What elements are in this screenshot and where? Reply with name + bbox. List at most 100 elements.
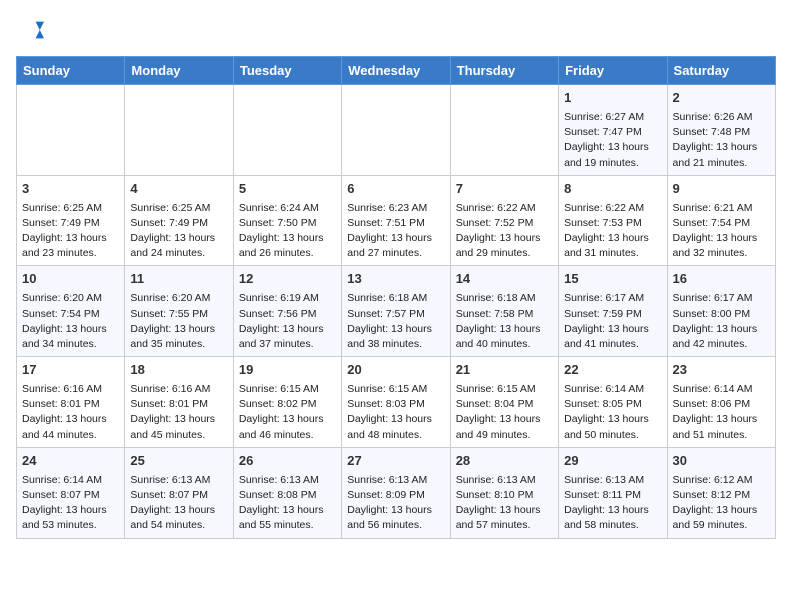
day-cell: 20 Sunrise: 6:15 AM Sunset: 8:03 PM Dayli… (342, 357, 450, 448)
day-number: 10 (22, 270, 119, 289)
day-number: 29 (564, 452, 661, 471)
day-cell: 11 Sunrise: 6:20 AM Sunset: 7:55 PM Dayli… (125, 266, 233, 357)
day-cell: 12Sunrise: 6:19 AM Sunset: 7:56 PM Dayli… (233, 266, 341, 357)
day-info: Sunrise: 6:23 AM Sunset: 7:51 PM Dayligh… (347, 201, 444, 262)
day-cell (450, 85, 558, 176)
day-info: Sunrise: 6:15 AM Sunset: 8:04 PM Dayligh… (456, 382, 553, 443)
day-info: Sunrise: 6:15 AM Sunset: 8:03 PM Dayligh… (347, 382, 444, 443)
day-cell: 1 Sunrise: 6:27 AM Sunset: 7:47 PM Daylig… (559, 85, 667, 176)
day-number: 25 (130, 452, 227, 471)
day-number: 16 (673, 270, 770, 289)
day-cell: 15 Sunrise: 6:17 AM Sunset: 7:59 PM Dayli… (559, 266, 667, 357)
calendar-header: SundayMondayTuesdayWednesdayThursdayFrid… (17, 57, 776, 85)
day-info: Sunrise: 6:13 AM Sunset: 8:07 PM Dayligh… (130, 473, 227, 534)
day-cell: 2 Sunrise: 6:26 AM Sunset: 7:48 PM Daylig… (667, 85, 775, 176)
day-info: Sunrise: 6:21 AM Sunset: 7:54 PM Dayligh… (673, 201, 770, 262)
week-row-4: 17 Sunrise: 6:16 AM Sunset: 8:01 PM Dayli… (17, 357, 776, 448)
header-area (16, 16, 776, 44)
day-info: Sunrise: 6:14 AM Sunset: 8:05 PM Dayligh… (564, 382, 661, 443)
week-row-5: 24Sunrise: 6:14 AM Sunset: 8:07 PM Dayli… (17, 447, 776, 538)
day-number: 14 (456, 270, 553, 289)
day-info: Sunrise: 6:12 AM Sunset: 8:12 PM Dayligh… (673, 473, 770, 534)
day-number: 13 (347, 270, 444, 289)
day-info: Sunrise: 6:16 AM Sunset: 8:01 PM Dayligh… (130, 382, 227, 443)
day-cell: 26 Sunrise: 6:13 AM Sunset: 8:08 PM Dayli… (233, 447, 341, 538)
day-cell: 9Sunrise: 6:21 AM Sunset: 7:54 PM Daylig… (667, 175, 775, 266)
week-row-2: 3Sunrise: 6:25 AM Sunset: 7:49 PM Daylig… (17, 175, 776, 266)
day-cell: 5 Sunrise: 6:24 AM Sunset: 7:50 PM Daylig… (233, 175, 341, 266)
day-number: 27 (347, 452, 444, 471)
day-number: 28 (456, 452, 553, 471)
day-cell: 22Sunrise: 6:14 AM Sunset: 8:05 PM Dayli… (559, 357, 667, 448)
day-cell: 18 Sunrise: 6:16 AM Sunset: 8:01 PM Dayli… (125, 357, 233, 448)
calendar-table: SundayMondayTuesdayWednesdayThursdayFrid… (16, 56, 776, 539)
day-number: 15 (564, 270, 661, 289)
day-cell: 6 Sunrise: 6:23 AM Sunset: 7:51 PM Daylig… (342, 175, 450, 266)
day-cell: 16 Sunrise: 6:17 AM Sunset: 8:00 PM Dayli… (667, 266, 775, 357)
day-info: Sunrise: 6:13 AM Sunset: 8:11 PM Dayligh… (564, 473, 661, 534)
week-row-1: 1 Sunrise: 6:27 AM Sunset: 7:47 PM Daylig… (17, 85, 776, 176)
day-number: 6 (347, 180, 444, 199)
day-cell: 29 Sunrise: 6:13 AM Sunset: 8:11 PM Dayli… (559, 447, 667, 538)
day-info: Sunrise: 6:17 AM Sunset: 7:59 PM Dayligh… (564, 291, 661, 352)
day-number: 20 (347, 361, 444, 380)
day-info: Sunrise: 6:24 AM Sunset: 7:50 PM Dayligh… (239, 201, 336, 262)
day-number: 7 (456, 180, 553, 199)
day-number: 12 (239, 270, 336, 289)
day-cell: 3Sunrise: 6:25 AM Sunset: 7:49 PM Daylig… (17, 175, 125, 266)
day-info: Sunrise: 6:18 AM Sunset: 7:58 PM Dayligh… (456, 291, 553, 352)
day-cell (125, 85, 233, 176)
day-number: 8 (564, 180, 661, 199)
day-info: Sunrise: 6:22 AM Sunset: 7:52 PM Dayligh… (456, 201, 553, 262)
day-info: Sunrise: 6:26 AM Sunset: 7:48 PM Dayligh… (673, 110, 770, 171)
weekday-row: SundayMondayTuesdayWednesdayThursdayFrid… (17, 57, 776, 85)
day-info: Sunrise: 6:14 AM Sunset: 8:06 PM Dayligh… (673, 382, 770, 443)
day-info: Sunrise: 6:13 AM Sunset: 8:08 PM Dayligh… (239, 473, 336, 534)
day-info: Sunrise: 6:25 AM Sunset: 7:49 PM Dayligh… (130, 201, 227, 262)
logo (16, 16, 48, 44)
day-info: Sunrise: 6:20 AM Sunset: 7:54 PM Dayligh… (22, 291, 119, 352)
logo-icon (16, 16, 44, 44)
day-info: Sunrise: 6:27 AM Sunset: 7:47 PM Dayligh… (564, 110, 661, 171)
day-info: Sunrise: 6:16 AM Sunset: 8:01 PM Dayligh… (22, 382, 119, 443)
day-cell (342, 85, 450, 176)
day-number: 19 (239, 361, 336, 380)
day-number: 11 (130, 270, 227, 289)
day-cell: 4Sunrise: 6:25 AM Sunset: 7:49 PM Daylig… (125, 175, 233, 266)
day-number: 5 (239, 180, 336, 199)
day-number: 17 (22, 361, 119, 380)
day-number: 24 (22, 452, 119, 471)
day-number: 1 (564, 89, 661, 108)
day-info: Sunrise: 6:13 AM Sunset: 8:09 PM Dayligh… (347, 473, 444, 534)
day-cell: 24Sunrise: 6:14 AM Sunset: 8:07 PM Dayli… (17, 447, 125, 538)
day-cell: 21 Sunrise: 6:15 AM Sunset: 8:04 PM Dayli… (450, 357, 558, 448)
weekday-header-thursday: Thursday (450, 57, 558, 85)
weekday-header-monday: Monday (125, 57, 233, 85)
day-cell (233, 85, 341, 176)
day-info: Sunrise: 6:22 AM Sunset: 7:53 PM Dayligh… (564, 201, 661, 262)
day-info: Sunrise: 6:25 AM Sunset: 7:49 PM Dayligh… (22, 201, 119, 262)
day-cell: 28 Sunrise: 6:13 AM Sunset: 8:10 PM Dayli… (450, 447, 558, 538)
day-info: Sunrise: 6:15 AM Sunset: 8:02 PM Dayligh… (239, 382, 336, 443)
day-cell: 23Sunrise: 6:14 AM Sunset: 8:06 PM Dayli… (667, 357, 775, 448)
day-info: Sunrise: 6:17 AM Sunset: 8:00 PM Dayligh… (673, 291, 770, 352)
day-number: 2 (673, 89, 770, 108)
day-number: 26 (239, 452, 336, 471)
day-cell: 27 Sunrise: 6:13 AM Sunset: 8:09 PM Dayli… (342, 447, 450, 538)
weekday-header-wednesday: Wednesday (342, 57, 450, 85)
day-cell: 30 Sunrise: 6:12 AM Sunset: 8:12 PM Dayli… (667, 447, 775, 538)
day-cell: 7 Sunrise: 6:22 AM Sunset: 7:52 PM Daylig… (450, 175, 558, 266)
week-row-3: 10 Sunrise: 6:20 AM Sunset: 7:54 PM Dayli… (17, 266, 776, 357)
weekday-header-friday: Friday (559, 57, 667, 85)
day-cell: 14 Sunrise: 6:18 AM Sunset: 7:58 PM Dayli… (450, 266, 558, 357)
day-cell: 19 Sunrise: 6:15 AM Sunset: 8:02 PM Dayli… (233, 357, 341, 448)
day-info: Sunrise: 6:18 AM Sunset: 7:57 PM Dayligh… (347, 291, 444, 352)
day-info: Sunrise: 6:20 AM Sunset: 7:55 PM Dayligh… (130, 291, 227, 352)
day-info: Sunrise: 6:13 AM Sunset: 8:10 PM Dayligh… (456, 473, 553, 534)
day-number: 30 (673, 452, 770, 471)
day-cell: 17 Sunrise: 6:16 AM Sunset: 8:01 PM Dayli… (17, 357, 125, 448)
day-number: 21 (456, 361, 553, 380)
day-cell (17, 85, 125, 176)
day-cell: 8 Sunrise: 6:22 AM Sunset: 7:53 PM Daylig… (559, 175, 667, 266)
day-number: 18 (130, 361, 227, 380)
